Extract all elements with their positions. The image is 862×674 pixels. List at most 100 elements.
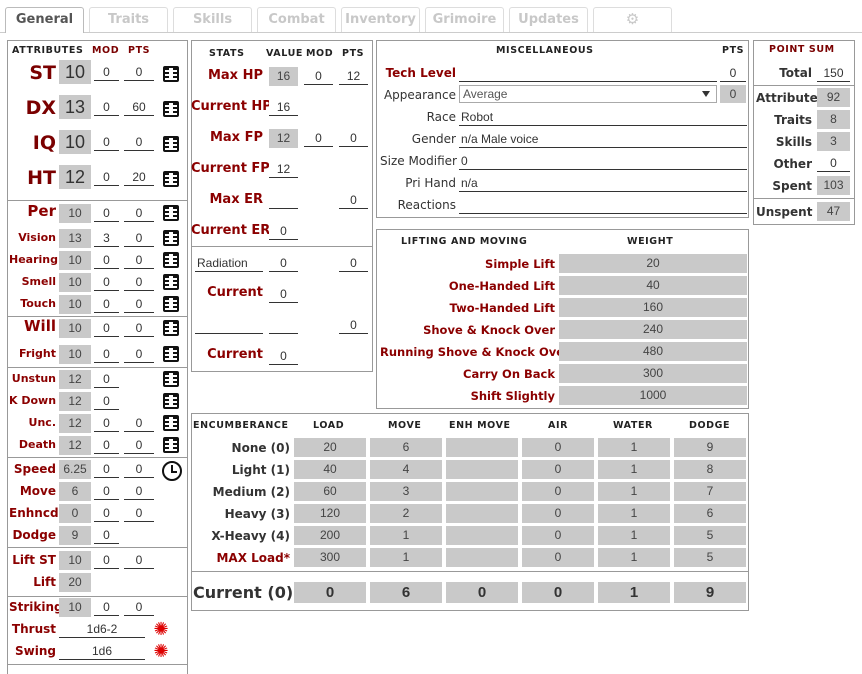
k-down-roll-dice-icon[interactable] (163, 393, 179, 409)
max-hp-mod[interactable]: 0 (304, 67, 333, 85)
smell-roll-dice-icon[interactable] (163, 274, 179, 290)
current-fp-input[interactable]: 12 (269, 160, 298, 178)
smell-pts-input[interactable]: 0 (124, 273, 154, 291)
smell-mod-input[interactable]: 0 (94, 273, 119, 291)
hearing-roll-dice-icon[interactable] (163, 252, 179, 268)
resource2-current-input[interactable]: 0 (269, 347, 298, 365)
touch-roll-dice-icon[interactable] (163, 296, 179, 312)
carry-on-back-weight: 300 (559, 364, 747, 383)
resource2-name-input[interactable] (195, 316, 263, 334)
striking-pts-input[interactable]: 0 (124, 598, 154, 616)
max-er-value[interactable] (269, 191, 298, 209)
dodge-mod-input[interactable]: 0 (94, 526, 119, 544)
size-modifier-input[interactable]: 0 (459, 152, 747, 170)
speed-mod-input[interactable]: 0 (94, 460, 119, 478)
iq-mod-input[interactable]: 0 (94, 133, 119, 151)
encumbrance-enh-cell (446, 438, 518, 457)
st-mod-input[interactable]: 0 (94, 63, 119, 81)
max-er-pts[interactable]: 0 (339, 191, 368, 209)
touch-mod-input[interactable]: 0 (94, 295, 119, 313)
will-roll-dice-icon[interactable] (163, 320, 179, 336)
move-pts-input[interactable]: 0 (124, 482, 154, 500)
hearing-pts-input[interactable]: 0 (124, 251, 154, 269)
hearing-mod-input[interactable]: 0 (94, 251, 119, 269)
thrust-damage-input[interactable]: 1d6-2 (59, 620, 145, 638)
speed-clock-icon[interactable] (162, 461, 182, 481)
death-roll-dice-icon[interactable] (163, 437, 179, 453)
st-pts-input[interactable]: 0 (124, 63, 154, 81)
per-roll-dice-icon[interactable] (163, 205, 179, 221)
unc-mod-input[interactable]: 0 (94, 414, 119, 432)
unc-pts-input[interactable]: 0 (124, 414, 154, 432)
max-fp-mod[interactable]: 0 (304, 129, 333, 147)
enhncd-pts-input[interactable]: 0 (124, 504, 154, 522)
vision-mod-input[interactable]: 3 (94, 229, 119, 247)
vision-roll-dice-icon[interactable] (163, 230, 179, 246)
unstun-mod-input[interactable]: 0 (94, 370, 119, 388)
touch-pts-input[interactable]: 0 (124, 295, 154, 313)
striking-mod-input[interactable]: 0 (94, 598, 119, 616)
spent-points-label: Spent (772, 179, 812, 193)
tech-level-input[interactable] (459, 64, 717, 82)
current-hp-label: Current HP (191, 99, 272, 114)
swing-roll-burst-icon[interactable]: ✺ (152, 642, 170, 660)
unstun-roll-dice-icon[interactable] (163, 371, 179, 387)
lift-st-mod-input[interactable]: 0 (94, 551, 119, 569)
tab-settings[interactable]: ⚙ (593, 7, 672, 32)
pri-hand-input[interactable]: n/a (459, 174, 747, 192)
gender-input[interactable]: n/a Male voice (459, 130, 747, 148)
resource-pts-input[interactable]: 0 (339, 254, 368, 272)
resource-value-input[interactable]: 0 (269, 254, 298, 272)
current-er-input[interactable]: 0 (269, 222, 298, 240)
dx-roll-dice-icon[interactable] (163, 101, 179, 117)
encumbrance-move-cell: 4 (370, 460, 442, 479)
iq-roll-dice-icon[interactable] (163, 136, 179, 152)
dx-pts-input[interactable]: 60 (124, 98, 154, 116)
st-roll-dice-icon[interactable] (163, 66, 179, 82)
ht-pts-input[interactable]: 20 (124, 168, 154, 186)
per-pts-input[interactable]: 0 (124, 204, 154, 222)
death-pts-input[interactable]: 0 (124, 436, 154, 454)
will-pts-input[interactable]: 0 (124, 319, 154, 337)
enhncd-mod-input[interactable]: 0 (94, 504, 119, 522)
vision-pts-input[interactable]: 0 (124, 229, 154, 247)
fright-roll-dice-icon[interactable] (163, 346, 179, 362)
smell-label: Smell (21, 275, 56, 288)
race-input[interactable]: Robot (459, 108, 747, 126)
other-points-value[interactable]: 0 (817, 154, 850, 172)
lift-st-pts-input[interactable]: 0 (124, 551, 154, 569)
dx-mod-input[interactable]: 0 (94, 98, 119, 116)
thrust-roll-burst-icon[interactable]: ✺ (152, 620, 170, 638)
resource-current-input[interactable]: 0 (269, 285, 298, 303)
death-mod-input[interactable]: 0 (94, 436, 119, 454)
tech-level-pts[interactable]: 0 (720, 64, 746, 82)
unc-roll-dice-icon[interactable] (163, 415, 179, 431)
tab-updates[interactable]: Updates (509, 7, 588, 32)
move-mod-input[interactable]: 0 (94, 482, 119, 500)
current-hp-input[interactable]: 16 (269, 98, 298, 116)
per-mod-input[interactable]: 0 (94, 204, 119, 222)
max-hp-pts[interactable]: 12 (339, 67, 368, 85)
resource2-pts-input[interactable]: 0 (339, 316, 368, 334)
resource-name-input[interactable]: Radiation (195, 254, 263, 272)
swing-damage-input[interactable]: 1d6 (59, 642, 145, 660)
total-input[interactable]: 150 (817, 64, 850, 82)
reactions-input[interactable] (459, 196, 747, 214)
ht-mod-input[interactable]: 0 (94, 168, 119, 186)
tab-inventory[interactable]: Inventory (341, 7, 420, 32)
tab-traits[interactable]: Traits (89, 7, 168, 32)
max-fp-pts[interactable]: 0 (339, 129, 368, 147)
tab-grimoire[interactable]: Grimoire (425, 7, 504, 32)
appearance-select[interactable]: Average (459, 85, 717, 103)
iq-pts-input[interactable]: 0 (124, 133, 154, 151)
tab-skills[interactable]: Skills (173, 7, 252, 32)
ht-roll-dice-icon[interactable] (163, 171, 179, 187)
tab-general[interactable]: General (5, 7, 84, 33)
fright-mod-input[interactable]: 0 (94, 345, 119, 363)
will-mod-input[interactable]: 0 (94, 319, 119, 337)
speed-pts-input[interactable]: 0 (124, 460, 154, 478)
k-down-mod-input[interactable]: 0 (94, 392, 119, 410)
resource2-value-input[interactable] (269, 316, 298, 334)
fright-pts-input[interactable]: 0 (124, 345, 154, 363)
tab-combat[interactable]: Combat (257, 7, 336, 32)
